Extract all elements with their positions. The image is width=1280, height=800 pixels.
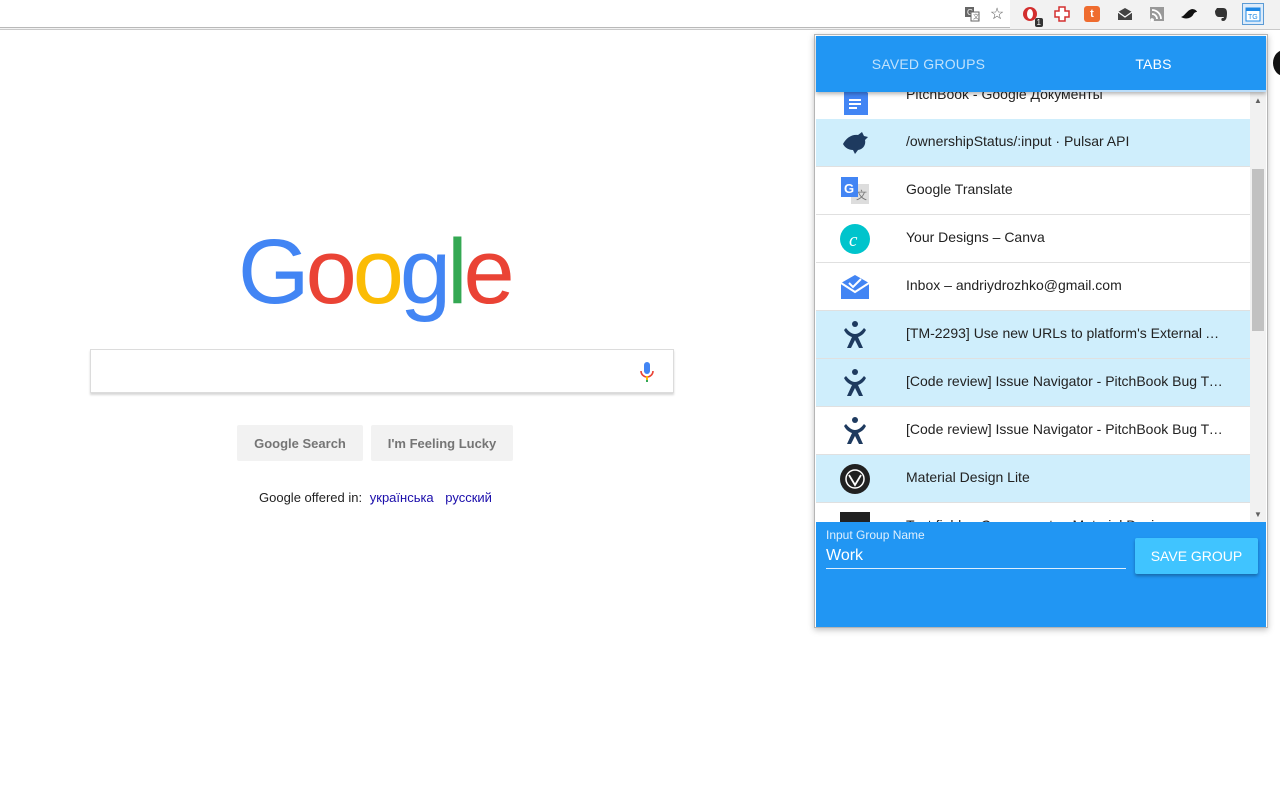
list-item[interactable]: PitchBook - Google Документы (816, 92, 1250, 120)
list-item-title: Google Translate (906, 181, 1013, 197)
svg-text:c: c (849, 230, 858, 251)
group-name-label: Input Group Name (826, 528, 925, 542)
list-item-title: /ownershipStatus/:input · Pulsar API (906, 133, 1130, 149)
google-translate-icon: 文G (840, 176, 870, 206)
save-group-button[interactable]: SAVE GROUP (1135, 538, 1258, 574)
svg-text:G: G (844, 181, 854, 196)
google-search-button[interactable]: Google Search (237, 425, 363, 461)
list-item-title: [Code review] Issue Navigator - PitchBoo… (906, 421, 1226, 437)
search-input[interactable] (103, 358, 627, 386)
material-design-lite-icon (840, 464, 870, 494)
inbox-icon (840, 272, 870, 302)
list-item-title: [Code review] Issue Navigator - PitchBoo… (906, 373, 1226, 389)
logo-letter: l (447, 221, 468, 323)
logo-letter: o (305, 221, 357, 323)
logo-letter: e (463, 221, 515, 323)
logo-letter: o (352, 221, 404, 323)
lizard-icon[interactable] (1179, 4, 1199, 24)
t-extension-label: t (1090, 8, 1094, 20)
search-box[interactable] (90, 349, 674, 393)
save-group-footer: Input Group Name SAVE GROUP (816, 522, 1266, 627)
tab-groups-popup: SAVED GROUPS TABS PitchBook - Google Док… (814, 34, 1268, 628)
list-item-title: PitchBook - Google Документы (906, 92, 1103, 102)
rss-icon[interactable] (1147, 4, 1167, 24)
material-design-icon (840, 512, 870, 522)
translate-icon[interactable]: G文 (962, 4, 982, 24)
tab-list: PitchBook - Google Документы /ownershipS… (816, 92, 1250, 522)
star-icon[interactable]: ☆ (987, 4, 1007, 24)
list-item[interactable]: Text fields - Components - Material Desi… (816, 503, 1250, 522)
browser-toolbar: G文 ☆ 1 t TG (0, 0, 1280, 30)
tab-list-scrollbar[interactable]: ▲ ▼ (1250, 92, 1266, 522)
feeling-lucky-button[interactable]: I'm Feeling Lucky (371, 425, 513, 461)
jira-icon (840, 416, 870, 446)
pulsar-icon (840, 128, 870, 158)
list-item[interactable]: [Code review] Issue Navigator - PitchBoo… (816, 407, 1250, 455)
list-item-title: Your Designs – Canva (906, 229, 1045, 245)
list-item[interactable]: Material Design Lite (816, 455, 1250, 503)
google-logo: Google (238, 221, 515, 323)
svg-text:TG: TG (1248, 14, 1258, 21)
t-extension-icon[interactable]: t (1084, 6, 1100, 22)
popup-tab-bar: SAVED GROUPS TABS (816, 36, 1266, 92)
red-cross-extension-icon[interactable] (1052, 4, 1072, 24)
mail-icon[interactable] (1115, 4, 1135, 24)
jira-icon (840, 368, 870, 398)
tab-tabs[interactable]: TABS (1041, 36, 1266, 92)
logo-letter: g (399, 221, 451, 323)
list-item-title: Material Design Lite (906, 469, 1030, 485)
language-link-ukrainian[interactable]: українська (370, 490, 434, 505)
active-tab-indicator (1041, 90, 1266, 92)
jira-icon (840, 320, 870, 350)
tab-saved-groups[interactable]: SAVED GROUPS (816, 36, 1041, 92)
list-item[interactable]: 文G Google Translate (816, 167, 1250, 215)
opera-adblock-icon[interactable]: 1 (1020, 4, 1043, 27)
list-item[interactable]: /ownershipStatus/:input · Pulsar API (816, 119, 1250, 167)
address-bar-edge[interactable] (0, 0, 1010, 28)
list-item[interactable]: [Code review] Issue Navigator - PitchBoo… (816, 359, 1250, 407)
tab-groups-extension-icon[interactable]: TG (1242, 3, 1264, 25)
google-docs-icon (840, 92, 870, 115)
list-item[interactable]: [TM-2293] Use new URLs to platform's Ext… (816, 311, 1250, 359)
scroll-thumb[interactable] (1252, 169, 1264, 331)
evernote-icon[interactable] (1211, 4, 1231, 24)
scroll-down-icon[interactable]: ▼ (1250, 506, 1266, 522)
language-link-russian[interactable]: русский (445, 490, 492, 505)
list-item-title: Text fields - Components - Material Desi… (906, 503, 1226, 522)
offered-in: Google offered in: українська русский (259, 490, 496, 505)
list-item[interactable]: c Your Designs – Canva (816, 215, 1250, 263)
canva-icon: c (840, 224, 870, 254)
group-name-input[interactable] (826, 544, 1126, 569)
list-item[interactable]: Inbox – andriydrozhko@gmail.com (816, 263, 1250, 311)
list-item-title: [TM-2293] Use new URLs to platform's Ext… (906, 325, 1226, 341)
adblock-badge: 1 (1034, 18, 1043, 27)
logo-letter: G (238, 221, 310, 323)
page-edge-element (1273, 50, 1280, 76)
scroll-up-icon[interactable]: ▲ (1250, 92, 1266, 108)
list-item-title: Inbox – andriydrozhko@gmail.com (906, 277, 1122, 293)
microphone-icon[interactable] (639, 361, 655, 383)
offered-in-label: Google offered in: (259, 490, 363, 505)
svg-text:文: 文 (973, 13, 979, 21)
